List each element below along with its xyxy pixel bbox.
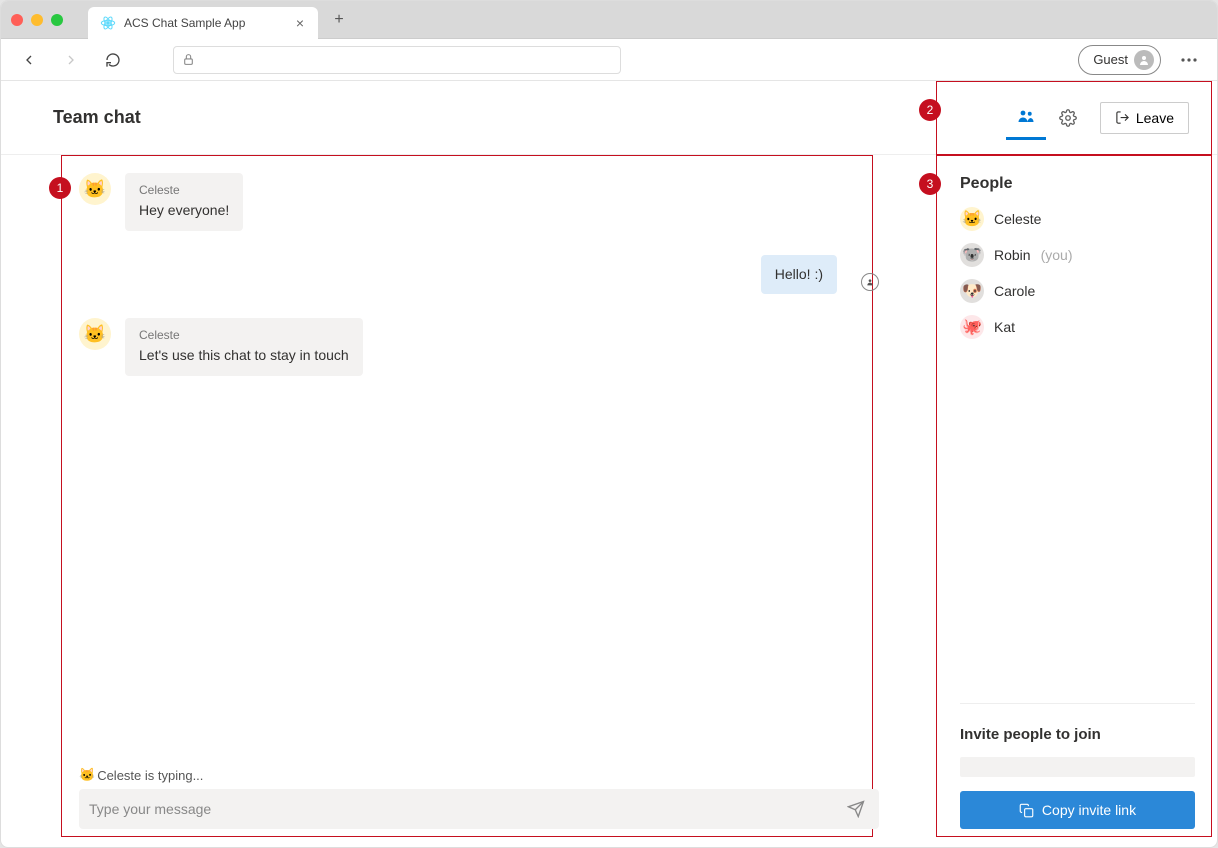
address-bar[interactable] bbox=[173, 46, 621, 74]
typing-avatar: 🐱 bbox=[79, 767, 95, 783]
browser-toolbar: Guest bbox=[1, 39, 1217, 81]
person-row[interactable]: 🐱 Celeste bbox=[960, 207, 1195, 231]
message-text: Hello! :) bbox=[775, 265, 823, 285]
message-row: 🐱 Celeste Let's use this chat to stay in t… bbox=[79, 318, 879, 376]
gear-icon bbox=[1059, 109, 1077, 127]
window-controls bbox=[11, 14, 63, 26]
sidebar: People 🐱 Celeste 🐨 Robin (you) 🐶 Carole 🐙 Kat In… bbox=[937, 155, 1217, 847]
message-bubble-other: Celeste Hey everyone! bbox=[125, 173, 243, 231]
browser-window: ACS Chat Sample App × + Guest bbox=[0, 0, 1218, 848]
header-actions: Leave bbox=[1006, 96, 1189, 140]
person-row[interactable]: 🐨 Robin (you) bbox=[960, 243, 1195, 267]
chat-title: Team chat bbox=[53, 107, 141, 128]
app-header: Team chat Leave bbox=[1, 81, 1217, 155]
message-row: 🐱 Celeste Hey everyone! bbox=[79, 173, 879, 231]
person-name: Robin bbox=[994, 247, 1031, 263]
seen-icon bbox=[861, 273, 879, 291]
more-menu-button[interactable] bbox=[1175, 46, 1203, 74]
message-avatar: 🐱 bbox=[79, 318, 111, 350]
lock-icon bbox=[182, 53, 195, 66]
person-avatar: 🐨 bbox=[960, 243, 984, 267]
message-text: Let's use this chat to stay in touch bbox=[139, 346, 349, 366]
you-label: (you) bbox=[1041, 247, 1073, 263]
typing-indicator: 🐱 Celeste is typing... bbox=[79, 767, 879, 783]
people-list: 🐱 Celeste 🐨 Robin (you) 🐶 Carole 🐙 Kat bbox=[960, 207, 1195, 339]
window-close-button[interactable] bbox=[11, 14, 23, 26]
leave-icon bbox=[1115, 110, 1130, 125]
person-name: Celeste bbox=[994, 211, 1041, 227]
person-row[interactable]: 🐶 Carole bbox=[960, 279, 1195, 303]
window-minimize-button[interactable] bbox=[31, 14, 43, 26]
person-avatar: 🐱 bbox=[960, 207, 984, 231]
profile-label: Guest bbox=[1093, 52, 1128, 67]
message-avatar: 🐱 bbox=[79, 173, 111, 205]
invite-heading: Invite people to join bbox=[960, 726, 1195, 743]
copy-invite-button[interactable]: Copy invite link bbox=[960, 791, 1195, 829]
invite-section: Invite people to join Copy invite link bbox=[960, 703, 1195, 829]
people-tab[interactable] bbox=[1006, 96, 1046, 140]
typing-text: Celeste is typing... bbox=[97, 768, 203, 783]
chat-pane: 🐱 Celeste Hey everyone! Hello! :) 🐱 Celeste Le… bbox=[1, 155, 937, 847]
forward-button bbox=[57, 46, 85, 74]
person-avatar: 🐙 bbox=[960, 315, 984, 339]
people-icon bbox=[1017, 107, 1035, 125]
message-bubble-other: Celeste Let's use this chat to stay in to… bbox=[125, 318, 363, 376]
invite-link-field[interactable] bbox=[960, 757, 1195, 777]
tab-title: ACS Chat Sample App bbox=[124, 16, 286, 30]
window-maximize-button[interactable] bbox=[51, 14, 63, 26]
message-bubble-me: Hello! :) bbox=[761, 255, 837, 295]
content: 🐱 Celeste Hey everyone! Hello! :) 🐱 Celeste Le… bbox=[1, 155, 1217, 847]
send-button[interactable] bbox=[843, 796, 869, 822]
message-sender: Celeste bbox=[139, 328, 349, 342]
copy-invite-label: Copy invite link bbox=[1042, 802, 1136, 818]
profile-avatar-icon bbox=[1134, 50, 1154, 70]
message-text: Hey everyone! bbox=[139, 201, 229, 221]
titlebar: ACS Chat Sample App × + bbox=[1, 1, 1217, 39]
reload-button[interactable] bbox=[99, 46, 127, 74]
back-button[interactable] bbox=[15, 46, 43, 74]
react-favicon bbox=[100, 15, 116, 31]
people-heading: People bbox=[960, 175, 1195, 193]
send-icon bbox=[847, 800, 865, 818]
app-container: 1 2 3 Team chat Leave 🐱Celeste bbox=[1, 81, 1217, 847]
tab-close-button[interactable]: × bbox=[294, 15, 306, 31]
leave-button[interactable]: Leave bbox=[1100, 102, 1189, 134]
person-name: Kat bbox=[994, 319, 1015, 335]
settings-button[interactable] bbox=[1050, 100, 1086, 136]
message-row: Hello! :) bbox=[79, 255, 879, 295]
profile-button[interactable]: Guest bbox=[1078, 45, 1161, 75]
message-sender: Celeste bbox=[139, 183, 229, 197]
leave-label: Leave bbox=[1136, 110, 1174, 126]
person-row[interactable]: 🐙 Kat bbox=[960, 315, 1195, 339]
person-name: Carole bbox=[994, 283, 1035, 299]
message-input[interactable] bbox=[89, 801, 843, 817]
new-tab-button[interactable]: + bbox=[325, 6, 353, 34]
browser-tab[interactable]: ACS Chat Sample App × bbox=[88, 7, 318, 39]
compose-box bbox=[79, 789, 879, 829]
messages-list: 🐱 Celeste Hey everyone! Hello! :) 🐱 Celeste Le… bbox=[79, 173, 879, 759]
person-avatar: 🐶 bbox=[960, 279, 984, 303]
copy-icon bbox=[1019, 803, 1034, 818]
